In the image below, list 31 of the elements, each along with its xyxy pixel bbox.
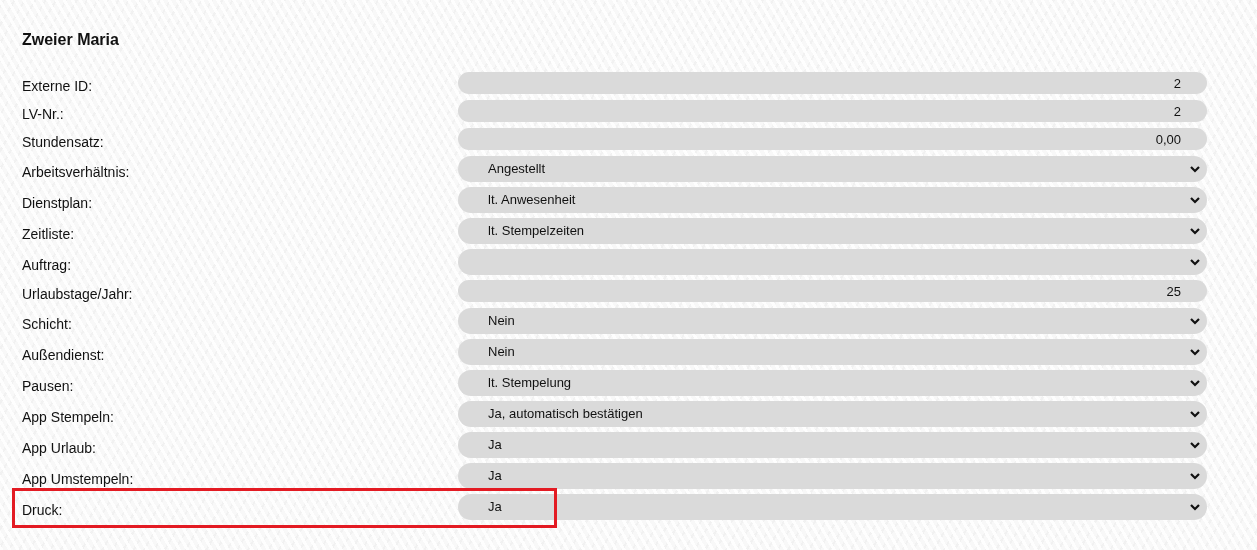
field-label: Druck: xyxy=(22,500,64,518)
input-field[interactable]: 25 xyxy=(458,280,1207,302)
field-label: LV-Nr.: xyxy=(22,105,65,122)
dropdown[interactable]: Ja xyxy=(458,462,1207,489)
dropdown[interactable] xyxy=(458,248,1207,275)
dropdown[interactable]: lt. Stempelzeiten xyxy=(458,217,1207,244)
field-label: Schicht: xyxy=(22,314,73,332)
field-label: Stundensatz: xyxy=(22,133,105,150)
field-label: Externe ID: xyxy=(22,77,94,94)
field-label: App Umstempeln: xyxy=(22,469,135,487)
dropdown[interactable]: Ja, automatisch bestätigen xyxy=(458,400,1207,427)
dropdown[interactable]: lt. Anwesenheit xyxy=(458,186,1207,213)
input-field[interactable]: 2 xyxy=(458,72,1207,94)
dropdown[interactable]: Ja xyxy=(458,431,1207,458)
field-label: Pausen: xyxy=(22,376,75,394)
field-label: Zeitliste: xyxy=(22,224,76,242)
input-field[interactable]: 2 xyxy=(458,100,1207,122)
dropdown[interactable]: Nein xyxy=(458,307,1207,334)
field-label: Auftrag: xyxy=(22,255,73,273)
dropdown[interactable]: Ja xyxy=(458,493,1207,520)
employee-name-title: Zweier Maria xyxy=(22,31,119,49)
dropdown[interactable]: Nein xyxy=(458,338,1207,365)
input-field[interactable]: 0,00 xyxy=(458,128,1207,150)
field-label: Arbeitsverhältnis: xyxy=(22,162,131,180)
field-label: Dienstplan: xyxy=(22,193,94,211)
field-label: App Stempeln: xyxy=(22,407,115,425)
dropdown[interactable]: Angestellt xyxy=(458,155,1207,182)
field-label: Urlaubstage/Jahr: xyxy=(22,285,134,302)
dropdown[interactable]: lt. Stempelung xyxy=(458,369,1207,396)
field-label: Außendienst: xyxy=(22,345,106,363)
field-label: App Urlaub: xyxy=(22,438,97,456)
